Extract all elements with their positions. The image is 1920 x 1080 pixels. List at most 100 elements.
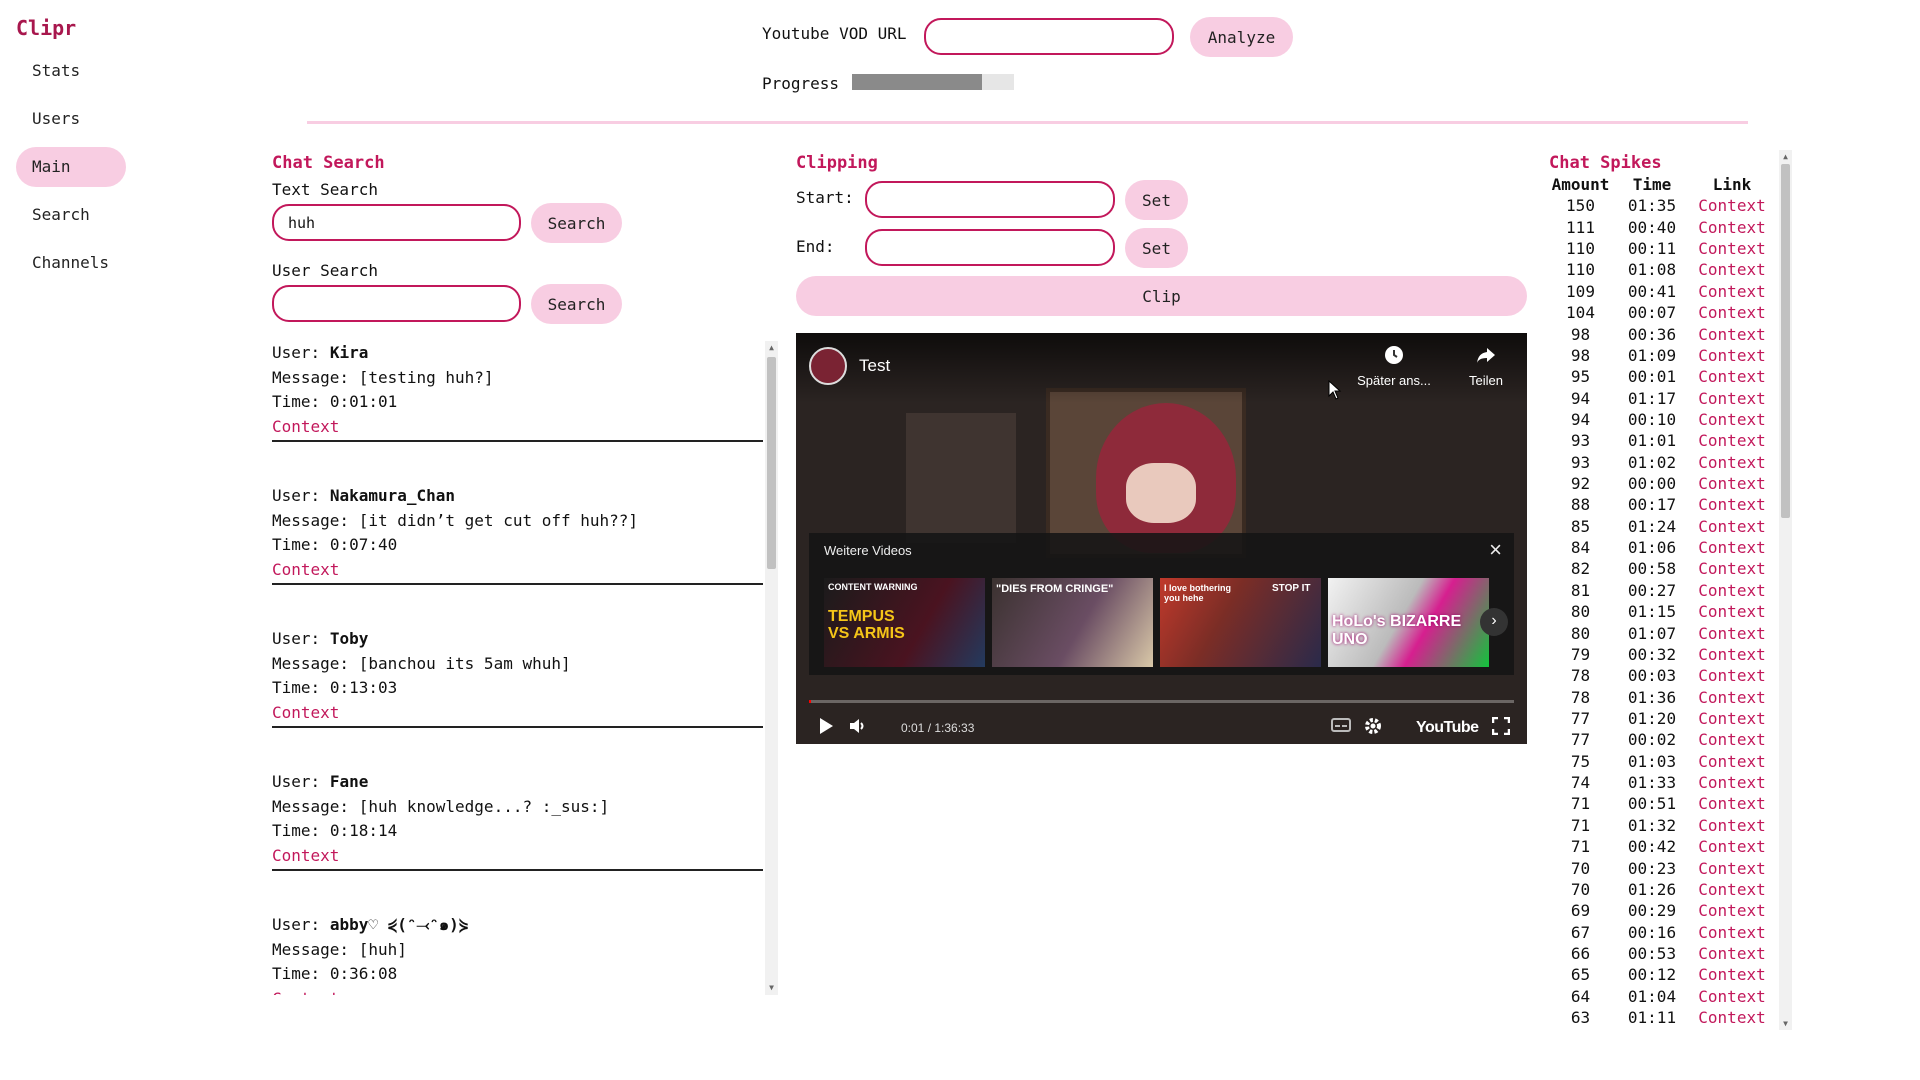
nav-item-stats[interactable]: Stats xyxy=(16,51,126,91)
spike-context-link[interactable]: Context xyxy=(1692,751,1772,772)
spike-context-link[interactable]: Context xyxy=(1692,494,1772,515)
spike-context-link[interactable]: Context xyxy=(1692,772,1772,793)
spike-time: 00:00 xyxy=(1627,474,1677,494)
spike-context-link[interactable]: Context xyxy=(1692,281,1772,302)
spike-context-link[interactable]: Context xyxy=(1692,537,1772,558)
related-video-thumbnail[interactable]: I love bothering you hehe STOP IT xyxy=(1160,578,1321,667)
results-scrollbar[interactable]: ▲ ▼ xyxy=(765,341,778,995)
nav-item-users[interactable]: Users xyxy=(16,99,126,139)
spikes-scroll-thumb[interactable] xyxy=(1781,164,1790,518)
spike-context-link[interactable]: Context xyxy=(1692,900,1772,921)
spike-context-link[interactable]: Context xyxy=(1692,366,1772,387)
spike-amount: 88 xyxy=(1570,495,1591,515)
message-field-label: Message: xyxy=(272,367,350,387)
result-time-line: Time: 0:13:03 xyxy=(272,676,763,701)
settings-gear-icon[interactable] xyxy=(1364,717,1382,740)
scroll-up-arrow-icon[interactable]: ▲ xyxy=(1779,150,1792,163)
text-search-button[interactable]: Search xyxy=(531,203,622,243)
youtube-logo[interactable]: YouTube xyxy=(1416,719,1479,737)
spike-context-link[interactable]: Context xyxy=(1692,964,1772,985)
nav-item-channels[interactable]: Channels xyxy=(16,243,126,283)
video-title[interactable]: Test xyxy=(859,356,890,376)
spike-context-link[interactable]: Context xyxy=(1692,345,1772,366)
search-result: User: Nakamura_Chan Message: [it didn’t g… xyxy=(272,484,763,585)
close-icon[interactable]: × xyxy=(1489,537,1502,563)
spike-row: 65 00:12 Context xyxy=(1549,964,1794,985)
start-input[interactable] xyxy=(865,181,1115,218)
spike-context-link[interactable]: Context xyxy=(1692,922,1772,943)
channel-avatar[interactable] xyxy=(809,347,847,385)
time-field-label: Time: xyxy=(272,535,321,554)
spike-context-link[interactable]: Context xyxy=(1692,644,1772,665)
fullscreen-icon[interactable] xyxy=(1491,716,1511,740)
spike-context-link[interactable]: Context xyxy=(1692,986,1772,1007)
related-video-thumbnail[interactable]: "DIES FROM CRINGE" xyxy=(992,578,1153,667)
thumbnail-text: TEMPUS VS ARMIS xyxy=(828,608,905,642)
start-set-button[interactable]: Set xyxy=(1125,180,1188,220)
scroll-up-arrow-icon[interactable]: ▲ xyxy=(765,341,778,355)
vod-url-input[interactable] xyxy=(924,18,1174,55)
spike-context-link[interactable]: Context xyxy=(1692,708,1772,729)
spike-context-link[interactable]: Context xyxy=(1692,409,1772,430)
spike-context-link[interactable]: Context xyxy=(1692,687,1772,708)
result-context-link[interactable]: Context xyxy=(272,846,339,865)
subtitles-icon[interactable] xyxy=(1331,717,1351,738)
result-context-link[interactable]: Context xyxy=(272,417,339,436)
user-search-button[interactable]: Search xyxy=(531,284,622,324)
spike-context-link[interactable]: Context xyxy=(1692,665,1772,686)
end-input[interactable] xyxy=(865,229,1115,266)
clip-button[interactable]: Clip xyxy=(796,276,1527,316)
spike-context-link[interactable]: Context xyxy=(1692,217,1772,238)
spike-context-link[interactable]: Context xyxy=(1692,473,1772,494)
related-video-thumbnail[interactable]: HoLo's BIZARRE UNO xyxy=(1328,578,1489,667)
spike-context-link[interactable]: Context xyxy=(1692,1007,1772,1028)
spike-context-link[interactable]: Context xyxy=(1692,580,1772,601)
spike-context-link[interactable]: Context xyxy=(1692,943,1772,964)
watch-later-button[interactable]: Später ans... xyxy=(1346,345,1442,388)
spike-context-link[interactable]: Context xyxy=(1692,729,1772,750)
spike-context-link[interactable]: Context xyxy=(1692,623,1772,644)
scroll-down-arrow-icon[interactable]: ▼ xyxy=(765,981,778,995)
video-progress-bar[interactable] xyxy=(809,700,1514,703)
spike-context-link[interactable]: Context xyxy=(1692,558,1772,579)
share-button[interactable]: Teilen xyxy=(1456,345,1516,388)
spike-context-link[interactable]: Context xyxy=(1692,836,1772,857)
spike-context-link[interactable]: Context xyxy=(1692,302,1772,323)
spike-time: 00:53 xyxy=(1627,943,1677,963)
nav-item-search[interactable]: Search xyxy=(16,195,126,235)
analyze-button[interactable]: Analyze xyxy=(1190,17,1293,57)
scroll-down-arrow-icon[interactable]: ▼ xyxy=(1779,1017,1792,1030)
end-set-button[interactable]: Set xyxy=(1125,228,1188,268)
spike-context-link[interactable]: Context xyxy=(1692,452,1772,473)
result-context-link[interactable]: Context xyxy=(272,560,339,579)
spike-context-link[interactable]: Context xyxy=(1692,388,1772,409)
text-search-input[interactable] xyxy=(272,204,521,241)
search-results-list[interactable]: User: Kira Message: [testing huh?] Time: 0… xyxy=(272,341,778,995)
spike-context-link[interactable]: Context xyxy=(1692,815,1772,836)
results-scroll-thumb[interactable] xyxy=(767,357,776,569)
youtube-player[interactable]: Test Später ans... Teilen Weitere Videos… xyxy=(796,333,1527,744)
user-search-input[interactable] xyxy=(272,285,521,322)
spike-context-link[interactable]: Context xyxy=(1692,858,1772,879)
result-context-link[interactable]: Context xyxy=(272,989,339,996)
spike-time: 01:36 xyxy=(1627,687,1677,707)
spikes-scrollbar[interactable]: ▲ ▼ xyxy=(1779,150,1792,1030)
spike-context-link[interactable]: Context xyxy=(1692,195,1772,216)
spike-context-link[interactable]: Context xyxy=(1692,238,1772,259)
chevron-right-icon[interactable]: › xyxy=(1480,608,1508,636)
spike-context-link[interactable]: Context xyxy=(1692,324,1772,345)
spike-amount: 150 xyxy=(1566,196,1595,216)
spike-context-link[interactable]: Context xyxy=(1692,601,1772,622)
spike-context-link[interactable]: Context xyxy=(1692,793,1772,814)
result-context-link[interactable]: Context xyxy=(272,703,339,722)
spike-context-link[interactable]: Context xyxy=(1692,516,1772,537)
spike-context-link[interactable]: Context xyxy=(1692,430,1772,451)
nav-item-main[interactable]: Main xyxy=(16,147,126,187)
related-video-thumbnail[interactable]: CONTENT WARNING TEMPUS VS ARMIS xyxy=(824,578,985,667)
spike-row: 85 01:24 Context xyxy=(1549,516,1794,537)
spike-context-link[interactable]: Context xyxy=(1692,879,1772,900)
volume-icon[interactable] xyxy=(849,717,867,740)
play-icon[interactable] xyxy=(818,717,834,740)
user-search-label: User Search xyxy=(272,261,378,280)
spike-context-link[interactable]: Context xyxy=(1692,259,1772,280)
